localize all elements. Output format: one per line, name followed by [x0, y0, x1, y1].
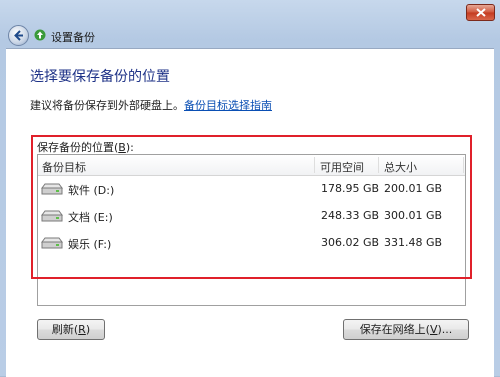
page-heading: 选择要保存备份的位置	[30, 69, 170, 85]
back-button[interactable]	[8, 25, 29, 46]
drive-total-size: 300.01 GB	[384, 209, 443, 222]
navigation-bar: 设置备份	[0, 22, 500, 48]
location-label: 保存备份的位置(B):	[37, 139, 134, 155]
location-label-prefix: 保存备份的位置(	[37, 141, 119, 154]
refresh-suffix: )	[85, 323, 91, 336]
column-target[interactable]: 备份目标	[42, 159, 86, 175]
column-divider	[463, 157, 464, 173]
drive-name: 软件 (D:)	[68, 184, 115, 197]
column-divider	[378, 157, 379, 173]
network-key: V	[429, 323, 438, 336]
drive-name: 文档 (E:)	[68, 211, 113, 224]
hard-drive-icon	[41, 237, 63, 249]
close-icon	[476, 8, 486, 17]
back-arrow-icon	[14, 30, 23, 41]
list-item-drive-f[interactable]: 娱乐 (F:) 306.02 GB 331.48 GB	[38, 230, 465, 257]
network-label: 保存在网络上(	[359, 323, 430, 336]
close-button[interactable]	[466, 4, 495, 21]
refresh-label: 刷新(	[51, 323, 79, 336]
advice-label: 建议将备份保存到外部硬盘上。	[30, 99, 184, 112]
network-suffix: )...	[437, 323, 453, 336]
column-free-space[interactable]: 可用空间	[320, 159, 364, 175]
list-item-drive-d[interactable]: 软件 (D:) 178.95 GB 200.01 GB	[38, 176, 465, 203]
save-on-network-button[interactable]: 保存在网络上(V)...	[343, 319, 469, 340]
list-item-drive-e[interactable]: 文档 (E:) 248.33 GB 300.01 GB	[38, 203, 465, 230]
backup-guide-link[interactable]: 备份目标选择指南	[184, 99, 272, 112]
drive-total-size: 200.01 GB	[384, 182, 443, 195]
drive-free-space: 306.02 GB	[321, 236, 380, 249]
window-title: 设置备份	[51, 31, 95, 44]
drive-total-size: 331.48 GB	[384, 236, 443, 249]
setup-backup-window: 设置备份 选择要保存备份的位置 建议将备份保存到外部硬盘上。备份目标选择指南 保…	[0, 0, 500, 377]
drive-free-space: 178.95 GB	[321, 182, 380, 195]
column-total-size[interactable]: 总大小	[384, 159, 417, 175]
backup-icon	[34, 29, 46, 41]
hard-drive-icon	[41, 210, 63, 222]
location-label-key: B	[118, 141, 126, 154]
drive-name: 娱乐 (F:)	[68, 238, 112, 251]
hard-drive-icon	[41, 183, 63, 195]
refresh-button[interactable]: 刷新(R)	[37, 319, 105, 340]
location-label-suffix: ):	[125, 141, 134, 154]
refresh-key: R	[78, 323, 86, 336]
column-divider	[314, 157, 315, 173]
advice-text: 建议将备份保存到外部硬盘上。备份目标选择指南	[30, 97, 272, 113]
list-header: 备份目标 可用空间 总大小	[38, 155, 465, 176]
drive-free-space: 248.33 GB	[321, 209, 380, 222]
